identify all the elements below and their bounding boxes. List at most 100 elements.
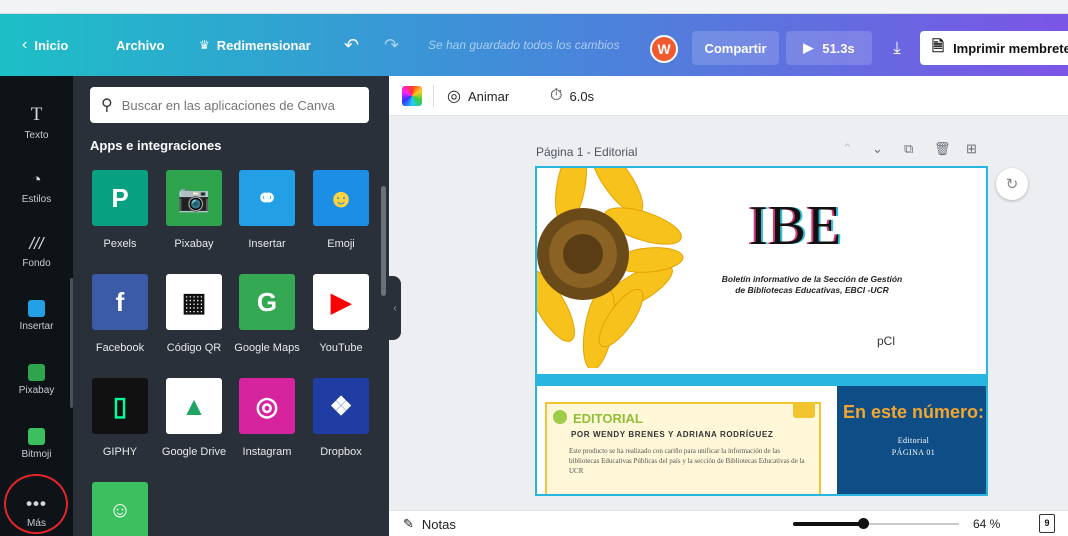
contents-heading: En este número:	[842, 402, 985, 422]
text-icon: T	[30, 104, 43, 125]
undo-icon: ↶	[344, 34, 360, 55]
app-label: Pexels	[103, 238, 137, 250]
avatar[interactable]: W	[650, 35, 678, 63]
file-menu-button[interactable]: Archivo	[116, 14, 164, 76]
share-button[interactable]: Compartir	[692, 31, 779, 65]
giphy-icon: ▯	[92, 378, 148, 434]
resize-button[interactable]: ♛ Redimensionar	[199, 14, 311, 76]
google-maps-icon: G	[239, 274, 295, 330]
page-title: Página 1 - Editorial	[536, 145, 638, 159]
redo-button[interactable]: ↷	[384, 14, 406, 76]
collapse-panel-button[interactable]: ‹	[389, 276, 401, 340]
save-status: Se han guardado todos los cambios	[428, 14, 619, 76]
app-tile-giphy[interactable]: ▯ GIPHY	[90, 378, 150, 458]
canvas-toolbar: ◎ Animar ⏱ 6.0s	[389, 76, 1068, 116]
animate-label: Animar	[467, 88, 510, 104]
document-subtitle: Boletín informativo de la Sección de Ges…	[687, 274, 937, 296]
animate-button[interactable]: ◎ Animar	[447, 76, 509, 116]
app-tile-google-maps[interactable]: G Google Maps	[234, 274, 300, 354]
rail-item-embed[interactable]: Insertar	[0, 300, 73, 332]
undo-button[interactable]: ↶	[344, 14, 366, 76]
app-tile-youtube[interactable]: ▶ YouTube	[311, 274, 371, 354]
print-button[interactable]: 🗎 Imprimir membretes	[920, 31, 1068, 65]
notes-icon: ✎	[403, 516, 414, 531]
page-count-button[interactable]: 9	[1039, 514, 1055, 533]
app-label: Dropbox	[320, 446, 362, 458]
app-label: YouTube	[319, 342, 363, 354]
rail-item-label: Texto	[24, 130, 49, 141]
rail-item-label: Estilos	[21, 194, 52, 205]
rail-item-text[interactable]: T Texto	[0, 104, 73, 141]
bitmoji-app-icon	[28, 428, 45, 445]
print-document-icon: 🗎	[932, 37, 945, 55]
duration-button[interactable]: ⏱ 6.0s	[550, 76, 594, 116]
leaf-icon	[553, 410, 567, 424]
app-label: Instagram	[242, 446, 292, 458]
app-label: Google Maps	[234, 342, 300, 354]
move-page-down-icon[interactable]: ⌄	[872, 141, 883, 157]
zoom-percent[interactable]: 64 %	[973, 517, 1000, 531]
crown-icon: ♛	[199, 38, 210, 52]
refresh-icon[interactable]: ↻	[996, 168, 1028, 200]
embed-app-icon	[28, 300, 45, 317]
search-input[interactable]	[121, 97, 352, 113]
app-tile-facebook[interactable]: f Facebook	[90, 274, 150, 354]
pixabay-icon: 📷	[166, 170, 222, 226]
app-tile-instagram[interactable]: ◎ Instagram	[237, 378, 297, 458]
contents-item-page: PÁGINA 01	[891, 448, 936, 457]
app-tile-bitmoji[interactable]: ☺	[90, 482, 150, 536]
app-label: GIPHY	[102, 446, 138, 458]
app-tile-google-drive[interactable]: ▲ Google Drive	[162, 378, 226, 458]
editorial-box: EDITORIAL POR WENDY BRENES Y ADRIANA ROD…	[545, 402, 821, 494]
chevron-left-icon: ‹	[22, 36, 28, 53]
present-button[interactable]: ▶ 51.3s	[786, 31, 872, 65]
apps-panel: ⚲ Apps e integraciones P Pexels 📷 Pixabay ⚭ I…	[73, 76, 389, 536]
bitmoji-icon: ☺	[92, 482, 148, 536]
app-tile-pixabay[interactable]: 📷 Pixabay	[164, 170, 224, 250]
delete-page-icon[interactable]: 🗑	[934, 141, 951, 157]
facebook-icon: f	[92, 274, 148, 330]
rail-item-pixabay[interactable]: Pixabay	[0, 364, 73, 396]
share-label: Compartir	[704, 40, 767, 56]
contents-item: Editorial PÁGINA 01	[837, 435, 986, 459]
move-page-up-icon[interactable]: ⌃	[842, 141, 853, 157]
notes-label: Notas	[421, 516, 456, 532]
pin-icon	[793, 404, 815, 418]
instagram-icon: ◎	[239, 378, 295, 434]
home-button[interactable]: ‹ Inicio	[22, 14, 68, 76]
emoji-icon: ☻	[313, 170, 369, 226]
issue-contents: En este número: Editorial PÁGINA 01	[837, 386, 986, 494]
add-page-icon[interactable]: ⊞	[966, 141, 977, 157]
rail-item-background[interactable]: /// Fondo	[0, 234, 73, 269]
app-label: Facebook	[95, 342, 145, 354]
search-icon: ⚲	[101, 97, 113, 114]
play-icon: ▶	[803, 40, 814, 55]
zoom-slider-handle[interactable]	[858, 518, 869, 529]
subtitle-line: Boletín informativo de la Sección de Ges…	[721, 274, 903, 284]
pixabay-app-icon	[28, 364, 45, 381]
embed-icon: ⚭	[239, 170, 295, 226]
app-tile-emoji[interactable]: ☻ Emoji	[311, 170, 371, 250]
contents-item-title: Editorial	[897, 436, 930, 445]
app-tile-embed[interactable]: ⚭ Insertar	[237, 170, 297, 250]
color-picker-button[interactable]	[402, 86, 422, 106]
search-box[interactable]: ⚲	[90, 87, 369, 123]
app-label: Emoji	[327, 238, 355, 250]
dropbox-icon: ❖	[313, 378, 369, 434]
rail-item-label: Pixabay	[18, 385, 55, 396]
download-button[interactable]: ⤓	[880, 31, 914, 65]
app-tile-dropbox[interactable]: ❖ Dropbox	[311, 378, 371, 458]
panel-scrollbar[interactable]	[381, 186, 386, 296]
rail-item-label: Bitmoji	[21, 449, 52, 460]
app-tile-qr-code[interactable]: ▦ Código QR	[164, 274, 224, 354]
document-page[interactable]: IBE Boletín informativo de la Sección de…	[535, 166, 988, 496]
avatar-initial: W	[657, 41, 671, 57]
notes-button[interactable]: ✎ Notas	[403, 516, 456, 532]
rail-item-bitmoji[interactable]: Bitmoji	[0, 428, 73, 460]
background-pattern-icon: ///	[29, 234, 44, 253]
palette-icon: ◔	[31, 170, 42, 189]
duplicate-page-icon[interactable]: ⧉	[904, 141, 913, 157]
editor-topbar: ‹ Inicio Archivo ♛ Redimensionar ↶ ↷ Se …	[0, 14, 1068, 76]
rail-item-styles[interactable]: ◔ Estilos	[0, 170, 73, 205]
app-tile-pexels[interactable]: P Pexels	[90, 170, 150, 250]
